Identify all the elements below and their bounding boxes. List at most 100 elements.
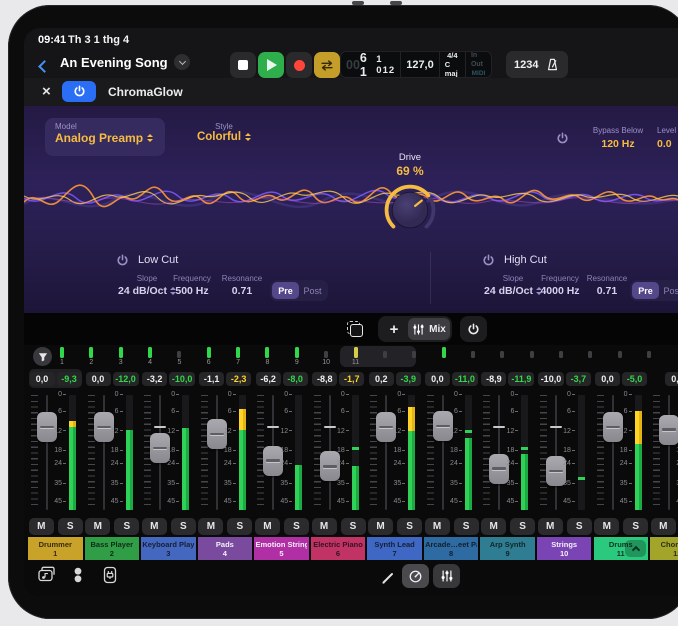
- low-cut-pre-button[interactable]: Pre: [272, 282, 299, 299]
- overview-track-meter[interactable]: 2: [83, 346, 99, 367]
- channel-volume-value[interactable]: 0,0: [425, 372, 450, 386]
- mute-button[interactable]: M: [538, 518, 563, 535]
- stepper-icon[interactable]: [147, 134, 153, 142]
- channel-volume-value[interactable]: -1,1: [199, 372, 224, 386]
- loops-browser-button[interactable]: [36, 565, 56, 585]
- count-in-button[interactable]: 1234: [514, 59, 538, 71]
- low-cut-post-button[interactable]: Post: [299, 282, 326, 299]
- overview-track-meter[interactable]: [406, 346, 422, 367]
- channel-volume-value[interactable]: 0,0: [595, 372, 620, 386]
- mute-button[interactable]: M: [255, 518, 280, 535]
- channel-volume-value[interactable]: -8,8: [312, 372, 337, 386]
- channel-volume-value[interactable]: -3,2: [142, 372, 167, 386]
- count-in-metronome-group[interactable]: 1234: [506, 51, 568, 78]
- track-name-tile[interactable]: Arp Synth 9: [480, 537, 535, 560]
- add-track-button[interactable]: +: [380, 318, 408, 340]
- mute-button[interactable]: M: [142, 518, 167, 535]
- track-name-tile[interactable]: Synth Lead 7: [367, 537, 422, 560]
- solo-button[interactable]: S: [397, 518, 422, 535]
- mute-button[interactable]: M: [651, 518, 676, 535]
- solo-button[interactable]: S: [510, 518, 535, 535]
- mute-button[interactable]: M: [198, 518, 223, 535]
- lcd-io-midi[interactable]: In Out MIDI: [466, 52, 491, 77]
- overview-track-meter[interactable]: [612, 346, 628, 367]
- channel-volume-value[interactable]: 0,0: [665, 372, 678, 386]
- high-cut-power-button[interactable]: [482, 254, 495, 272]
- low-cut-power-button[interactable]: [116, 254, 129, 272]
- lcd-signature-key[interactable]: 4/4 C maj: [440, 52, 466, 77]
- overview-track-meter[interactable]: [436, 346, 452, 367]
- mix-view-button[interactable]: Mix: [408, 318, 450, 340]
- solo-button[interactable]: S: [284, 518, 309, 535]
- solo-button[interactable]: S: [623, 518, 648, 535]
- track-name-tile[interactable]: Chorus V 12: [650, 537, 678, 560]
- track-name-tile[interactable]: Pads 4: [198, 537, 253, 560]
- solo-button[interactable]: S: [341, 518, 366, 535]
- solo-button[interactable]: S: [454, 518, 479, 535]
- overview-track-meter[interactable]: 10: [318, 346, 334, 367]
- model-selector[interactable]: Model Analog Preamp: [45, 118, 165, 156]
- channel-volume-value[interactable]: 0,0: [86, 372, 111, 386]
- overview-track-meter[interactable]: [553, 346, 569, 367]
- overview-track-meter[interactable]: 4: [142, 346, 158, 367]
- overview-track-meter[interactable]: 6: [201, 346, 217, 367]
- cycle-button[interactable]: [314, 52, 340, 78]
- pencil-button[interactable]: [380, 568, 400, 588]
- record-button[interactable]: [286, 52, 312, 78]
- drive-knob[interactable]: [380, 180, 440, 240]
- objects-button[interactable]: [68, 565, 88, 585]
- metronome-icon[interactable]: [545, 57, 560, 72]
- overview-track-meter[interactable]: 8: [259, 346, 275, 367]
- track-name-tile[interactable]: Arcade…eet Pad 8: [424, 537, 479, 560]
- bypass-below-control[interactable]: Bypass Below 120 Hz: [580, 126, 656, 150]
- level-control[interactable]: Level 0.0: [657, 126, 678, 150]
- solo-button[interactable]: S: [114, 518, 139, 535]
- style-selector[interactable]: Style Colorful: [182, 122, 266, 143]
- low-cut-resonance-value[interactable]: 0.71: [210, 285, 274, 297]
- lcd-display[interactable]: 00 6 1 1 012 127,0 4/4 C maj In Out MIDI: [340, 51, 492, 78]
- overview-track-meter[interactable]: 5: [171, 346, 187, 367]
- mute-button[interactable]: M: [481, 518, 506, 535]
- bypass-power-button[interactable]: [556, 132, 569, 150]
- solo-button[interactable]: S: [58, 518, 83, 535]
- channel-volume-value[interactable]: -8,9: [481, 372, 506, 386]
- overview-track-meter[interactable]: 9: [289, 346, 305, 367]
- song-title[interactable]: An Evening Song: [60, 55, 168, 70]
- overview-track-meter[interactable]: 3: [113, 346, 129, 367]
- play-button[interactable]: [258, 52, 284, 78]
- stepper-icon[interactable]: [245, 133, 251, 141]
- filter-button[interactable]: [33, 347, 52, 366]
- close-icon[interactable]: ×: [42, 84, 51, 99]
- channel-volume-value[interactable]: -10,0: [538, 372, 564, 386]
- solo-button[interactable]: S: [227, 518, 252, 535]
- overview-track-meter[interactable]: 1: [54, 346, 70, 367]
- stop-button[interactable]: [230, 52, 256, 78]
- overview-track-meter[interactable]: 11: [348, 346, 364, 367]
- track-name-tile[interactable]: Drummer 1: [28, 537, 83, 560]
- track-name-tile[interactable]: Strings 10: [537, 537, 592, 560]
- channel-volume-value[interactable]: -6,2: [256, 372, 281, 386]
- overview-track-meter[interactable]: [582, 346, 598, 367]
- overview-track-meter[interactable]: [377, 346, 393, 367]
- solo-button[interactable]: S: [567, 518, 592, 535]
- overview-track-meter[interactable]: [494, 346, 510, 367]
- overview-track-meter[interactable]: 7: [230, 346, 246, 367]
- track-name-tile[interactable]: Bass Player 2: [85, 537, 140, 560]
- song-menu-button[interactable]: [174, 54, 190, 70]
- plugin-power-button[interactable]: [62, 81, 96, 102]
- mute-button[interactable]: M: [29, 518, 54, 535]
- copy-plugin-button[interactable]: [342, 316, 368, 342]
- collapse-button[interactable]: [625, 540, 646, 557]
- mute-button[interactable]: M: [368, 518, 393, 535]
- mixer-power-button[interactable]: [460, 316, 487, 342]
- track-name-tile[interactable]: Electric Piano 6: [311, 537, 366, 560]
- high-cut-post-button[interactable]: Post: [659, 282, 678, 299]
- faders-mode-button[interactable]: [433, 564, 460, 588]
- high-cut-pre-button[interactable]: Pre: [632, 282, 659, 299]
- channel-volume-value[interactable]: 0,2: [369, 372, 394, 386]
- track-name-tile[interactable]: Emotion Strings 5: [254, 537, 309, 560]
- mute-button[interactable]: M: [425, 518, 450, 535]
- mute-button[interactable]: M: [312, 518, 337, 535]
- solo-button[interactable]: S: [171, 518, 196, 535]
- overview-track-meter[interactable]: [465, 346, 481, 367]
